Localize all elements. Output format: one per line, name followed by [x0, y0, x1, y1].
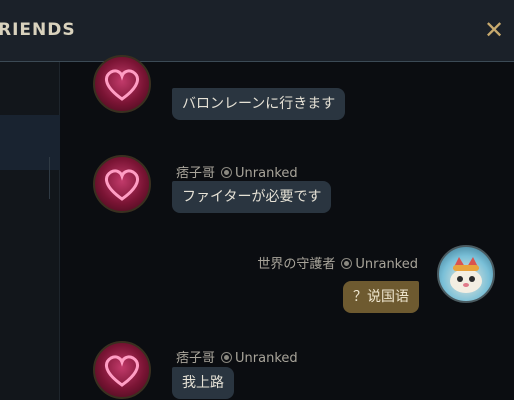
sender-avatar[interactable]: [93, 55, 151, 113]
message-bubble: ？说国语: [343, 281, 419, 313]
close-icon[interactable]: ✕: [482, 18, 506, 42]
rank-status: Unranked: [235, 166, 298, 181]
message-meta: 世界の守護者 Unranked: [257, 253, 418, 272]
sender-name: 痞子哥: [176, 351, 216, 366]
rank-emblem-icon: [221, 167, 233, 178]
rank-emblem-icon: [221, 352, 233, 363]
sender-name: 痞子哥: [176, 166, 216, 181]
rank-status: Unranked: [355, 257, 418, 272]
message-meta: 痞子哥 Unranked: [176, 347, 298, 366]
message-bubble: 我上路: [172, 367, 234, 399]
panel-title: RIENDS: [0, 20, 76, 40]
rank-status: Unranked: [235, 351, 298, 366]
message-bubble: ファイターが必要です: [172, 181, 332, 213]
rank-emblem-icon: [341, 258, 353, 269]
message-meta: 痞子哥 Unranked: [176, 162, 298, 181]
sidebar-selected-item[interactable]: [0, 115, 60, 170]
chat-log[interactable]: バロンレーンに行きます 痞子哥 Unranked ファイターが必要です 世界の守護…: [61, 55, 514, 400]
own-avatar[interactable]: [437, 245, 495, 303]
sender-avatar[interactable]: [93, 155, 151, 213]
sender-name: 世界の守護者: [257, 257, 336, 272]
friends-sidebar: [0, 62, 60, 400]
sidebar-divider: [49, 157, 50, 199]
sender-avatar[interactable]: [93, 341, 151, 399]
message-bubble: バロンレーンに行きます: [172, 88, 346, 120]
friends-panel-header: RIENDS ✕: [0, 0, 514, 62]
